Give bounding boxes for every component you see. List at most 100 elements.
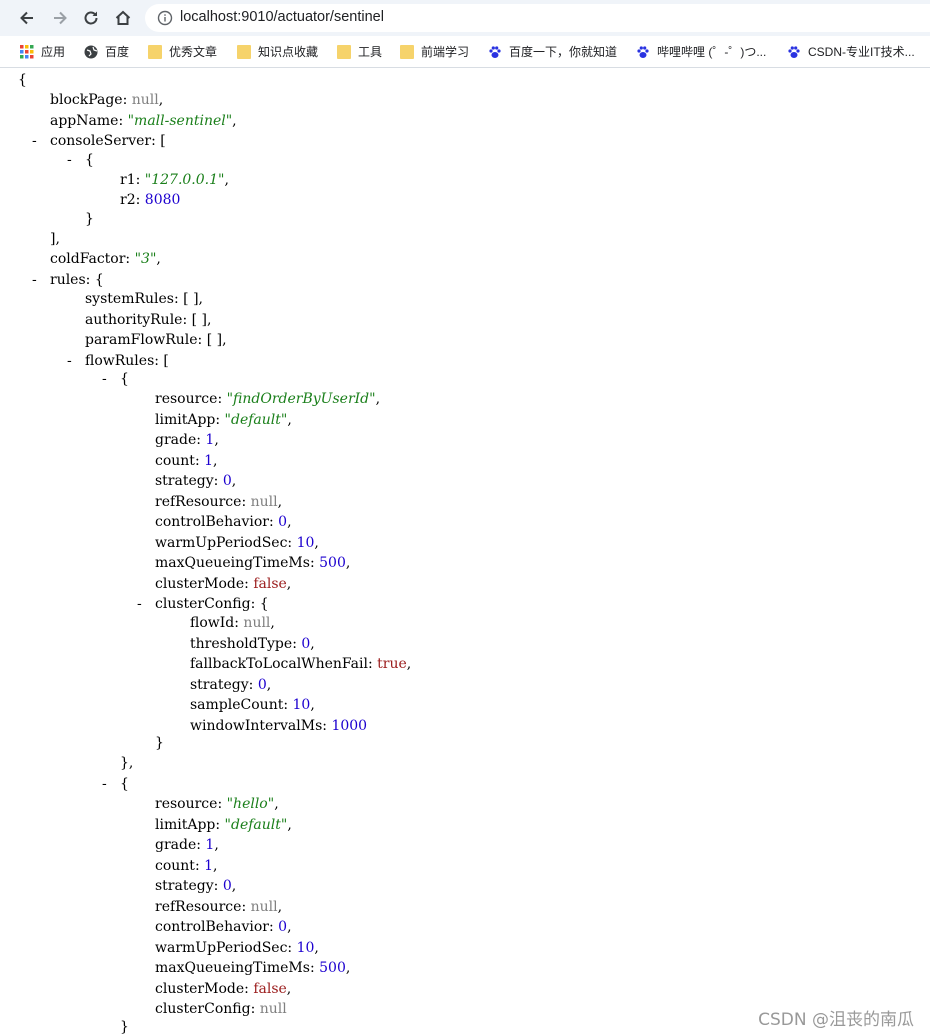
bookmark-item[interactable]: 工具 <box>337 36 382 67</box>
bookmarks-bar: 应用 百度 优秀文章 知识点收藏 工具 前端学习 百度一下，你就知道 哔哩哔哩 (゜-゜)つ.… <box>0 36 930 68</box>
bookmark-label: 前端学习 <box>421 45 470 59</box>
json-punct: : <box>268 514 279 530</box>
json-punct: } <box>85 211 94 227</box>
json-line: strategy: 0, <box>155 877 236 895</box>
json-line: controlBehavior: 0, <box>155 513 292 531</box>
json-punct: : [ <box>154 353 169 369</box>
json-value: false <box>253 576 287 592</box>
json-punct: , <box>314 535 319 551</box>
json-line: windowIntervalMs: 1000 <box>190 717 367 735</box>
json-key: limitApp <box>155 412 216 428</box>
json-punct: : <box>367 656 378 672</box>
json-line: count: 1, <box>155 452 217 470</box>
json-key: controlBehavior <box>155 919 269 935</box>
json-line: resource: "hello", <box>155 795 279 813</box>
json-punct: , <box>406 656 412 672</box>
json-punct: : <box>287 535 297 551</box>
json-line: warmUpPeriodSec: 10, <box>155 939 319 957</box>
bookmark-item[interactable]: 百度一下，你就知道 <box>488 36 617 67</box>
browser-toolbar: localhost:9010/actuator/sentinel <box>0 0 930 36</box>
reload-button[interactable] <box>78 5 104 31</box>
json-punct: , <box>287 919 292 935</box>
baidu-paw-icon <box>787 45 801 59</box>
json-punct: , <box>224 172 229 188</box>
collapse-toggle[interactable]: - <box>102 370 107 388</box>
json-punct: { <box>120 776 129 792</box>
home-button[interactable] <box>110 5 136 31</box>
json-punct: , <box>214 837 219 853</box>
json-punct: { <box>85 152 94 168</box>
collapse-toggle[interactable]: - <box>67 352 72 370</box>
bookmark-item[interactable]: CSDN-专业IT技术... <box>787 36 915 67</box>
json-punct: , <box>277 899 283 915</box>
bookmark-item[interactable]: 知识点收藏 <box>237 36 318 67</box>
json-line: grade: 1, <box>155 431 219 449</box>
url-text: localhost:9010/actuator/sentinel <box>180 9 384 25</box>
json-key: coldFactor <box>50 251 126 267</box>
json-line: paramFlowRule: [ ], <box>85 331 227 349</box>
json-value: 0 <box>278 919 288 935</box>
json-line: grade: 1, <box>155 836 219 854</box>
json-value: "127.0.0.1" <box>144 172 225 188</box>
json-punct: { <box>18 72 27 88</box>
apps-grid-icon <box>20 44 34 59</box>
collapse-toggle[interactable]: - <box>102 775 107 793</box>
json-line: blockPage: null, <box>50 91 163 109</box>
bookmark-item[interactable]: 前端学习 <box>400 36 469 67</box>
json-punct: : [ <box>151 133 166 149</box>
bookmark-label: 百度一下，你就知道 <box>509 45 618 59</box>
bookmark-item[interactable]: 百度 <box>84 36 129 67</box>
json-value: 10 <box>296 535 315 551</box>
json-punct: : <box>125 251 135 267</box>
json-key: warmUpPeriodSec <box>155 535 288 551</box>
json-key: maxQueueingTimeMs <box>155 555 310 571</box>
json-punct: , <box>286 576 292 592</box>
json-key: thresholdType <box>190 636 293 652</box>
site-info-icon[interactable] <box>157 10 173 31</box>
bookmark-label: 知识点收藏 <box>258 45 319 59</box>
bookmark-item[interactable]: 优秀文章 <box>148 36 217 67</box>
json-line: authorityRule: [ ], <box>85 311 211 329</box>
json-key: rules <box>50 272 86 288</box>
json-line: r1: "127.0.0.1", <box>120 171 229 189</box>
json-value: "mall-sentinel" <box>127 113 233 129</box>
json-punct: : <box>215 817 225 833</box>
json-key: r2 <box>120 192 136 208</box>
json-line: clusterMode: false, <box>155 980 291 998</box>
json-line: limitApp: "default", <box>155 411 292 429</box>
json-key: systemRules <box>85 291 174 307</box>
json-value: 10 <box>296 940 315 956</box>
collapse-toggle[interactable]: - <box>137 595 142 613</box>
json-key: clusterConfig <box>155 596 251 612</box>
json-key: clusterMode <box>155 981 245 997</box>
json-punct: : <box>213 473 223 489</box>
json-punct: , <box>345 555 351 571</box>
json-punct: , <box>214 432 219 448</box>
json-punct: , <box>277 494 283 510</box>
json-line: coldFactor: "3", <box>50 250 161 268</box>
json-line: { <box>18 71 27 89</box>
json-line: }, <box>120 754 133 772</box>
json-punct: : <box>217 391 227 407</box>
collapse-toggle[interactable]: - <box>32 271 37 289</box>
json-punct: : <box>244 576 254 592</box>
collapse-toggle[interactable]: - <box>32 132 37 150</box>
back-button[interactable] <box>14 5 40 31</box>
forward-button[interactable] <box>47 5 73 31</box>
json-punct: : <box>135 172 145 188</box>
json-punct: , <box>345 960 351 976</box>
json-key: flowId <box>190 615 235 631</box>
address-bar[interactable]: localhost:9010/actuator/sentinel <box>145 4 930 32</box>
bookmark-item[interactable]: 应用 <box>20 36 65 67</box>
json-key: count <box>155 453 195 469</box>
json-punct: : <box>217 796 227 812</box>
watermark: CSDN @沮丧的南瓜 <box>758 1010 914 1030</box>
collapse-toggle[interactable]: - <box>67 151 72 169</box>
json-punct: , <box>287 412 292 428</box>
json-punct: : <box>309 555 320 571</box>
json-key: strategy <box>155 473 214 489</box>
json-key: count <box>155 858 195 874</box>
json-value: "default" <box>224 817 288 833</box>
bookmark-item[interactable]: 哔哩哔哩 (゜-゜)つ... <box>636 36 766 67</box>
json-key: resource <box>155 796 218 812</box>
